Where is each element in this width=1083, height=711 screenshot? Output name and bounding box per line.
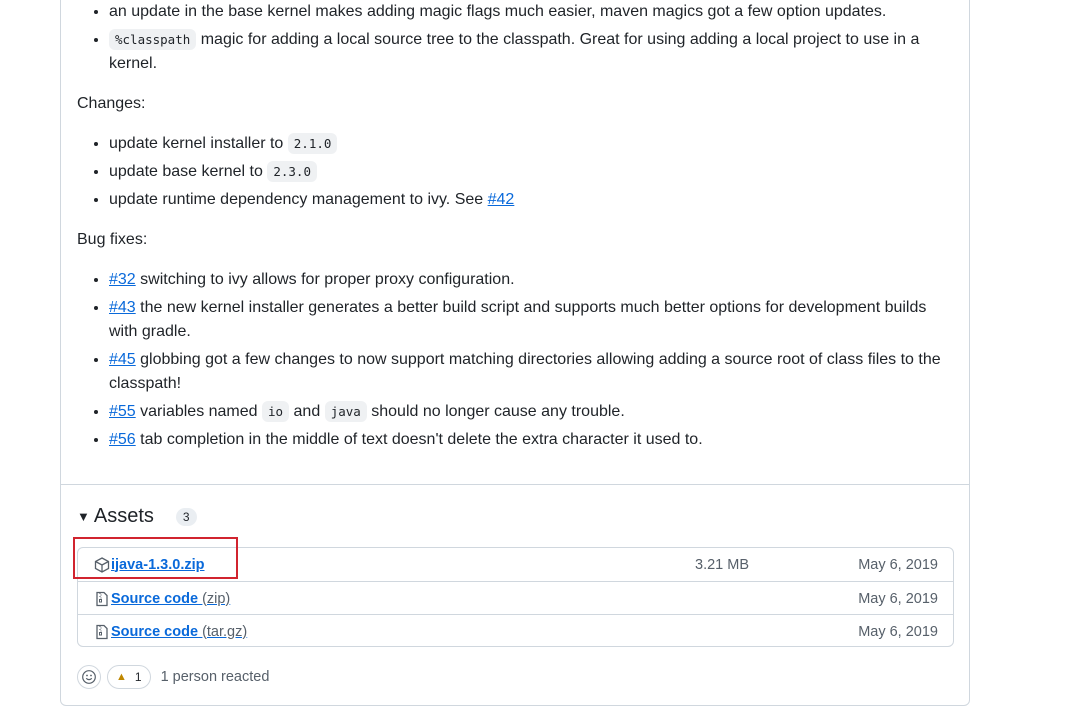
list-item-text: magic for adding a local source tree to …	[109, 31, 920, 72]
top-list: an update in the base kernel makes addin…	[77, 0, 957, 76]
list-item: update base kernel to 2.3.0	[109, 160, 957, 184]
assets-toggle[interactable]: ▼ Assets 3	[77, 505, 197, 528]
list-item: an update in the base kernel makes addin…	[109, 0, 957, 24]
inline-code: java	[324, 401, 367, 422]
list-item-text: the new kernel installer generates a bet…	[109, 299, 927, 340]
list-item-text: update base kernel to	[109, 163, 263, 180]
asset-name: Source code	[111, 623, 199, 640]
issue-link-55[interactable]: #55	[109, 403, 136, 420]
list-item: update kernel installer to 2.1.0	[109, 132, 957, 156]
asset-row: Source code (tar.gz) May 6, 2019	[78, 614, 953, 648]
issue-link-42[interactable]: #42	[488, 191, 515, 208]
inline-code: 2.3.0	[267, 161, 317, 182]
list-item-text: tab completion in the middle of text doe…	[140, 431, 703, 448]
smiley-icon	[82, 670, 96, 684]
issue-link-43[interactable]: #43	[109, 299, 136, 316]
list-item: %classpath magic for adding a local sour…	[109, 28, 957, 76]
bugfixes-heading: Bug fixes:	[77, 231, 148, 248]
bugfixes-list: #32 switching to ivy allows for proper p…	[77, 268, 957, 452]
issue-link-45[interactable]: #45	[109, 351, 136, 368]
issue-link-56[interactable]: #56	[109, 431, 136, 448]
list-item: #56 tab completion in the middle of text…	[109, 428, 957, 452]
list-item: update runtime dependency management to …	[109, 188, 957, 212]
inline-code: %classpath	[109, 29, 197, 50]
file-zip-icon	[96, 624, 108, 639]
changes-list: update kernel installer to 2.1.0 update …	[77, 132, 957, 212]
asset-date: May 6, 2019	[858, 556, 938, 573]
asset-name: Source code	[111, 590, 199, 607]
inline-code: io	[262, 401, 290, 422]
asset-ext: (tar.gz)	[202, 623, 248, 640]
list-item-text: an update in the base kernel makes addin…	[109, 3, 887, 20]
list-item-text: and	[293, 403, 321, 420]
asset-date: May 6, 2019	[858, 623, 938, 640]
tada-reaction-button[interactable]: ▲ 1	[107, 665, 151, 689]
tada-icon: ▲	[116, 671, 127, 683]
release-notes: an update in the base kernel makes addin…	[77, 0, 957, 452]
reactions-bar: ▲ 1 1 person reacted	[77, 665, 269, 689]
section-divider	[61, 484, 969, 485]
source-code-targz-link[interactable]: Source code (tar.gz)	[111, 624, 247, 640]
assets-count-badge: 3	[175, 507, 197, 526]
asset-row: Source code (zip) May 6, 2019	[78, 581, 953, 615]
list-item-text: should no longer cause any trouble.	[371, 403, 625, 420]
source-code-zip-link[interactable]: Source code (zip)	[111, 591, 230, 607]
inline-code: 2.1.0	[287, 133, 338, 154]
list-item-text: variables named	[140, 403, 258, 420]
reaction-summary: 1 person reacted	[160, 669, 270, 685]
reaction-count: 1	[134, 670, 142, 684]
issue-link-32[interactable]: #32	[109, 271, 136, 288]
list-item-text: update kernel installer to	[109, 135, 284, 152]
list-item: #55 variables named io and java should n…	[109, 400, 957, 424]
highlight-box	[73, 537, 238, 579]
add-reaction-button[interactable]	[77, 665, 101, 689]
asset-ext: (zip)	[202, 590, 231, 607]
asset-size: 3.21 MB	[695, 556, 749, 573]
file-zip-icon	[96, 591, 108, 606]
changes-heading: Changes:	[77, 95, 146, 112]
assets-title: Assets	[93, 505, 154, 527]
caret-down-icon: ▼	[77, 509, 90, 524]
list-item-text: switching to ivy allows for proper proxy…	[140, 271, 515, 288]
list-item-text: globbing got a few changes to now suppor…	[109, 351, 941, 392]
list-item-text: update runtime dependency management to …	[109, 191, 484, 208]
list-item: #45 globbing got a few changes to now su…	[109, 348, 957, 396]
list-item: #43 the new kernel installer generates a…	[109, 296, 957, 344]
asset-date: May 6, 2019	[858, 590, 938, 607]
list-item: #32 switching to ivy allows for proper p…	[109, 268, 957, 292]
